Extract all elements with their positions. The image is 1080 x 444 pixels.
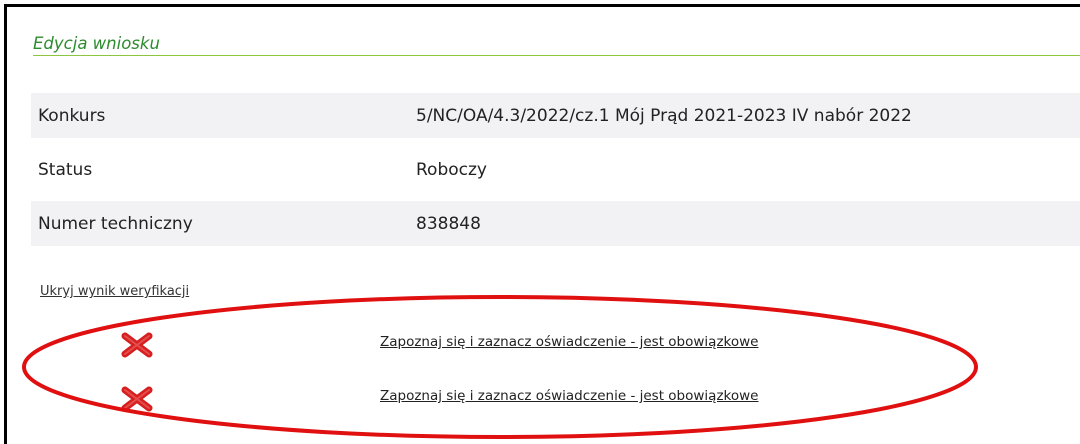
info-row-status: Status Roboczy <box>31 147 1080 192</box>
error-message-link[interactable]: Zapoznaj się i zaznacz oświadczenie - je… <box>380 388 758 404</box>
info-value: 838848 <box>416 213 481 234</box>
panel-title: Edycja wniosku <box>33 34 160 53</box>
info-value: 5/NC/OA/4.3/2022/cz.1 Mój Prąd 2021-2023… <box>416 105 912 126</box>
error-message-link[interactable]: Zapoznaj się i zaznacz oświadczenie - je… <box>380 334 758 350</box>
info-label: Status <box>38 159 93 180</box>
error-x-icon <box>121 332 153 358</box>
error-x-icon <box>121 386 153 412</box>
verification-error-row: Zapoznaj się i zaznacz oświadczenie - je… <box>0 384 1080 414</box>
info-row-numer-techniczny: Numer techniczny 838848 <box>31 201 1080 246</box>
title-divider <box>33 55 1080 56</box>
info-label: Konkurs <box>38 105 106 126</box>
info-value: Roboczy <box>416 159 487 180</box>
hide-verification-link[interactable]: Ukryj wynik weryfikacji <box>40 284 189 299</box>
verification-error-row: Zapoznaj się i zaznacz oświadczenie - je… <box>0 330 1080 360</box>
info-label: Numer techniczny <box>38 213 193 234</box>
info-row-konkurs: Konkurs 5/NC/OA/4.3/2022/cz.1 Mój Prąd 2… <box>31 93 1080 138</box>
